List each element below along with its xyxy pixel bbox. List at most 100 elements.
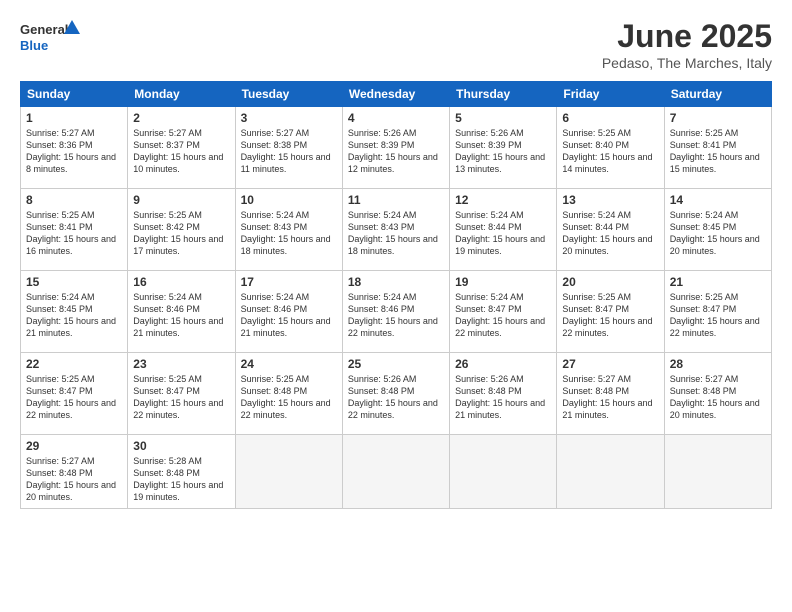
day-info: Sunrise: 5:27 AMSunset: 8:48 PMDaylight:… — [26, 455, 122, 504]
subtitle: Pedaso, The Marches, Italy — [602, 55, 772, 71]
day-info: Sunrise: 5:25 AMSunset: 8:41 PMDaylight:… — [670, 127, 766, 176]
calendar-cell: 19 Sunrise: 5:24 AMSunset: 8:47 PMDayligh… — [450, 271, 557, 353]
calendar-cell: 23 Sunrise: 5:25 AMSunset: 8:47 PMDayligh… — [128, 353, 235, 435]
day-number: 2 — [133, 111, 229, 125]
day-info: Sunrise: 5:26 AMSunset: 8:48 PMDaylight:… — [455, 373, 551, 422]
calendar-cell: 29 Sunrise: 5:27 AMSunset: 8:48 PMDayligh… — [21, 435, 128, 509]
day-info: Sunrise: 5:26 AMSunset: 8:39 PMDaylight:… — [348, 127, 444, 176]
calendar-cell: 10 Sunrise: 5:24 AMSunset: 8:43 PMDayligh… — [235, 189, 342, 271]
day-number: 14 — [670, 193, 766, 207]
calendar-week-5: 29 Sunrise: 5:27 AMSunset: 8:48 PMDayligh… — [21, 435, 772, 509]
day-number: 7 — [670, 111, 766, 125]
day-info: Sunrise: 5:27 AMSunset: 8:48 PMDaylight:… — [562, 373, 658, 422]
day-info: Sunrise: 5:26 AMSunset: 8:48 PMDaylight:… — [348, 373, 444, 422]
col-sunday: Sunday — [21, 82, 128, 107]
day-number: 28 — [670, 357, 766, 371]
calendar-week-4: 22 Sunrise: 5:25 AMSunset: 8:47 PMDayligh… — [21, 353, 772, 435]
calendar-cell: 11 Sunrise: 5:24 AMSunset: 8:43 PMDayligh… — [342, 189, 449, 271]
day-info: Sunrise: 5:24 AMSunset: 8:46 PMDaylight:… — [348, 291, 444, 340]
page: General Blue June 2025 Pedaso, The March… — [0, 0, 792, 612]
day-number: 26 — [455, 357, 551, 371]
day-info: Sunrise: 5:25 AMSunset: 8:41 PMDaylight:… — [26, 209, 122, 258]
calendar-cell: 3 Sunrise: 5:27 AMSunset: 8:38 PMDaylight… — [235, 107, 342, 189]
day-info: Sunrise: 5:27 AMSunset: 8:36 PMDaylight:… — [26, 127, 122, 176]
day-info: Sunrise: 5:25 AMSunset: 8:48 PMDaylight:… — [241, 373, 337, 422]
day-number: 1 — [26, 111, 122, 125]
day-number: 15 — [26, 275, 122, 289]
day-number: 25 — [348, 357, 444, 371]
day-info: Sunrise: 5:24 AMSunset: 8:47 PMDaylight:… — [455, 291, 551, 340]
day-number: 24 — [241, 357, 337, 371]
day-number: 27 — [562, 357, 658, 371]
day-number: 12 — [455, 193, 551, 207]
calendar-cell: 13 Sunrise: 5:24 AMSunset: 8:44 PMDayligh… — [557, 189, 664, 271]
day-number: 20 — [562, 275, 658, 289]
day-info: Sunrise: 5:25 AMSunset: 8:42 PMDaylight:… — [133, 209, 229, 258]
day-number: 13 — [562, 193, 658, 207]
day-info: Sunrise: 5:25 AMSunset: 8:47 PMDaylight:… — [670, 291, 766, 340]
calendar-cell: 17 Sunrise: 5:24 AMSunset: 8:46 PMDayligh… — [235, 271, 342, 353]
day-number: 8 — [26, 193, 122, 207]
day-number: 18 — [348, 275, 444, 289]
day-info: Sunrise: 5:24 AMSunset: 8:43 PMDaylight:… — [348, 209, 444, 258]
day-info: Sunrise: 5:25 AMSunset: 8:47 PMDaylight:… — [562, 291, 658, 340]
calendar-table: Sunday Monday Tuesday Wednesday Thursday… — [20, 81, 772, 509]
title-block: June 2025 Pedaso, The Marches, Italy — [602, 18, 772, 71]
calendar-cell: 26 Sunrise: 5:26 AMSunset: 8:48 PMDayligh… — [450, 353, 557, 435]
day-number: 11 — [348, 193, 444, 207]
calendar-cell: 5 Sunrise: 5:26 AMSunset: 8:39 PMDaylight… — [450, 107, 557, 189]
day-number: 5 — [455, 111, 551, 125]
calendar-cell — [342, 435, 449, 509]
calendar-cell: 2 Sunrise: 5:27 AMSunset: 8:37 PMDaylight… — [128, 107, 235, 189]
calendar-cell: 25 Sunrise: 5:26 AMSunset: 8:48 PMDayligh… — [342, 353, 449, 435]
calendar-week-2: 8 Sunrise: 5:25 AMSunset: 8:41 PMDaylight… — [21, 189, 772, 271]
day-info: Sunrise: 5:28 AMSunset: 8:48 PMDaylight:… — [133, 455, 229, 504]
calendar-cell — [557, 435, 664, 509]
calendar-cell: 8 Sunrise: 5:25 AMSunset: 8:41 PMDaylight… — [21, 189, 128, 271]
day-number: 29 — [26, 439, 122, 453]
header-row: Sunday Monday Tuesday Wednesday Thursday… — [21, 82, 772, 107]
calendar-cell: 22Sunrise: 5:25 AMSunset: 8:47 PMDayligh… — [21, 353, 128, 435]
calendar-cell: 27 Sunrise: 5:27 AMSunset: 8:48 PMDayligh… — [557, 353, 664, 435]
day-info: Sunrise: 5:24 AMSunset: 8:45 PMDaylight:… — [26, 291, 122, 340]
col-thursday: Thursday — [450, 82, 557, 107]
day-info: Sunrise: 5:24 AMSunset: 8:44 PMDaylight:… — [562, 209, 658, 258]
day-number: 19 — [455, 275, 551, 289]
col-wednesday: Wednesday — [342, 82, 449, 107]
calendar-header: Sunday Monday Tuesday Wednesday Thursday… — [21, 82, 772, 107]
day-info: Sunrise: 5:27 AMSunset: 8:37 PMDaylight:… — [133, 127, 229, 176]
col-tuesday: Tuesday — [235, 82, 342, 107]
calendar-cell: 6 Sunrise: 5:25 AMSunset: 8:40 PMDaylight… — [557, 107, 664, 189]
day-info: Sunrise: 5:24 AMSunset: 8:46 PMDaylight:… — [241, 291, 337, 340]
day-number: 23 — [133, 357, 229, 371]
day-number: 17 — [241, 275, 337, 289]
day-number: 3 — [241, 111, 337, 125]
day-info: Sunrise: 5:24 AMSunset: 8:43 PMDaylight:… — [241, 209, 337, 258]
col-friday: Friday — [557, 82, 664, 107]
col-saturday: Saturday — [664, 82, 771, 107]
svg-text:General: General — [20, 22, 68, 37]
day-info: Sunrise: 5:26 AMSunset: 8:39 PMDaylight:… — [455, 127, 551, 176]
calendar-cell: 7 Sunrise: 5:25 AMSunset: 8:41 PMDaylight… — [664, 107, 771, 189]
svg-text:Blue: Blue — [20, 38, 48, 53]
calendar-cell: 15 Sunrise: 5:24 AMSunset: 8:45 PMDayligh… — [21, 271, 128, 353]
day-info: Sunrise: 5:25 AMSunset: 8:40 PMDaylight:… — [562, 127, 658, 176]
calendar-week-1: 1 Sunrise: 5:27 AMSunset: 8:36 PMDaylight… — [21, 107, 772, 189]
calendar-cell: 12Sunrise: 5:24 AMSunset: 8:44 PMDayligh… — [450, 189, 557, 271]
day-number: 22 — [26, 357, 122, 371]
day-number: 30 — [133, 439, 229, 453]
day-number: 6 — [562, 111, 658, 125]
calendar-cell: 9Sunrise: 5:25 AMSunset: 8:42 PMDaylight… — [128, 189, 235, 271]
logo: General Blue — [20, 18, 80, 56]
calendar-week-3: 15 Sunrise: 5:24 AMSunset: 8:45 PMDayligh… — [21, 271, 772, 353]
day-info: Sunrise: 5:27 AMSunset: 8:38 PMDaylight:… — [241, 127, 337, 176]
calendar-cell: 1 Sunrise: 5:27 AMSunset: 8:36 PMDaylight… — [21, 107, 128, 189]
day-info: Sunrise: 5:25 AMSunset: 8:47 PMDaylight:… — [133, 373, 229, 422]
day-number: 10 — [241, 193, 337, 207]
calendar-cell: 24 Sunrise: 5:25 AMSunset: 8:48 PMDayligh… — [235, 353, 342, 435]
calendar-cell: 30 Sunrise: 5:28 AMSunset: 8:48 PMDayligh… — [128, 435, 235, 509]
logo-svg: General Blue — [20, 18, 80, 56]
day-info: Sunrise: 5:24 AMSunset: 8:46 PMDaylight:… — [133, 291, 229, 340]
calendar-cell: 18 Sunrise: 5:24 AMSunset: 8:46 PMDayligh… — [342, 271, 449, 353]
calendar-cell — [235, 435, 342, 509]
